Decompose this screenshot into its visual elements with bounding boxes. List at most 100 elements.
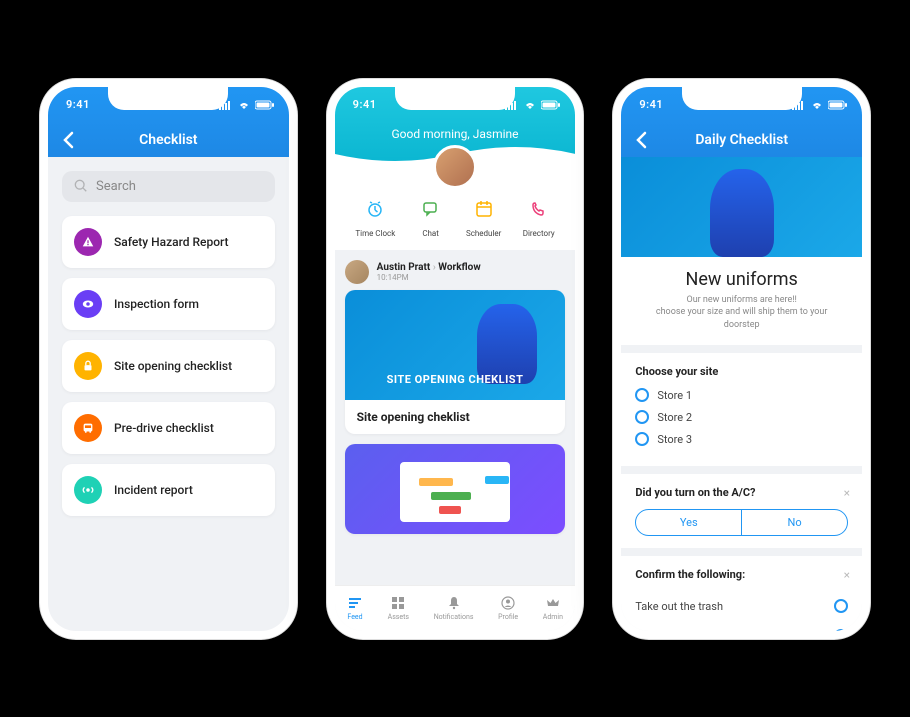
quick-action-time-clock[interactable]: Time Clock: [355, 195, 395, 238]
post-category: Workflow: [438, 262, 480, 273]
phone-feed: 9:41 Good morning, Jasmine Time Clock Ch…: [327, 79, 584, 639]
phone3-title: Daily Checklist: [695, 132, 788, 148]
confirm-item-trash[interactable]: Take out the trash: [635, 591, 848, 621]
radio-option-store-1[interactable]: Store 1: [635, 388, 848, 402]
status-icons: [219, 100, 275, 110]
post-author-line: Austin Pratt › Workflow: [377, 262, 481, 273]
phone1-header: Checklist: [48, 123, 289, 157]
profile-icon: [500, 595, 516, 611]
uniform-hero-image: [621, 157, 862, 257]
radio-label: Store 1: [657, 389, 692, 402]
tab-label: Feed: [347, 613, 362, 621]
quick-action-label: Chat: [422, 229, 439, 238]
eye-icon: [74, 290, 102, 318]
close-icon[interactable]: ×: [844, 486, 850, 500]
confirm-item-label: Clear the front desk: [635, 630, 731, 631]
user-avatar[interactable]: [433, 145, 477, 189]
post-card-site-opening[interactable]: SITE OPENING CHEKLIST Site opening chekl…: [345, 290, 566, 434]
clock-icon: [361, 195, 389, 223]
notch: [682, 86, 802, 110]
tab-admin[interactable]: Admin: [543, 595, 563, 621]
calendar-icon: [470, 195, 498, 223]
search-input[interactable]: Search: [62, 171, 275, 202]
status-time: 9:41: [353, 98, 377, 111]
back-button[interactable]: [631, 130, 651, 150]
tab-feed[interactable]: Feed: [347, 595, 363, 621]
phone1-body: Search Safety Hazard Report Inspection f…: [48, 157, 289, 631]
quick-action-chat[interactable]: Chat: [417, 195, 445, 238]
section-confirm: × Confirm the following: Take out the tr…: [621, 556, 862, 630]
checklist-item-label: Safety Hazard Report: [114, 235, 229, 249]
quick-action-directory[interactable]: Directory: [523, 195, 555, 238]
intro-description: Our new uniforms are here!!choose your s…: [641, 294, 842, 332]
phone-daily-checklist: 9:41 Daily Checklist New uniforms Our ne…: [613, 79, 870, 639]
phone-checklist: 9:41 Checklist Search Safety Hazard Repo…: [40, 79, 297, 639]
battery-icon: [255, 100, 275, 110]
grid-icon: [390, 595, 406, 611]
status-icons: [792, 100, 848, 110]
post-avatar[interactable]: [345, 260, 369, 284]
lock-icon: [74, 352, 102, 380]
confirm-item-desk[interactable]: Clear the front desk: [635, 621, 848, 630]
radio-option-store-3[interactable]: Store 3: [635, 432, 848, 446]
quick-action-label: Directory: [523, 229, 555, 238]
checkbox-icon: [834, 629, 848, 630]
no-button[interactable]: No: [742, 510, 847, 535]
radio-icon: [635, 388, 649, 402]
broadcast-icon: [74, 476, 102, 504]
tab-notifications[interactable]: Notifications: [434, 595, 474, 621]
section-label: Choose your site: [635, 365, 848, 378]
quick-action-scheduler[interactable]: Scheduler: [466, 195, 501, 238]
post-author: Austin Pratt: [377, 262, 431, 273]
tab-profile[interactable]: Profile: [498, 595, 518, 621]
checklist-item-inspection[interactable]: Inspection form: [62, 278, 275, 330]
checklist-item-safety-hazard[interactable]: Safety Hazard Report: [62, 216, 275, 268]
section-label: Confirm the following:: [635, 568, 848, 581]
status-time: 9:41: [639, 98, 663, 111]
yes-button[interactable]: Yes: [636, 510, 742, 535]
checklist-item-pre-drive[interactable]: Pre-drive checklist: [62, 402, 275, 454]
tab-bar: Feed Assets Notifications Profile Admin: [335, 585, 576, 631]
yes-no-toggle: Yes No: [635, 509, 848, 536]
checklist-item-label: Inspection form: [114, 297, 199, 311]
section-choose-site: Choose your site Store 1 Store 2 Store 3: [621, 353, 862, 466]
notch: [108, 86, 228, 110]
checklist-item-incident[interactable]: Incident report: [62, 464, 275, 516]
battery-icon: [828, 100, 848, 110]
status-time: 9:41: [66, 98, 90, 111]
section-label: Did you turn on the A/C?: [635, 486, 848, 499]
phone-icon: [525, 195, 553, 223]
phone3-body[interactable]: New uniforms Our new uniforms are here!!…: [621, 157, 862, 631]
intro-section: New uniforms Our new uniforms are here!!…: [621, 257, 862, 346]
radio-icon: [635, 410, 649, 424]
feed-list[interactable]: Austin Pratt › Workflow 10:14PM SITE OPE…: [335, 250, 576, 585]
tab-label: Assets: [388, 613, 409, 621]
close-icon[interactable]: ×: [844, 568, 850, 582]
feed-icon: [347, 595, 363, 611]
tab-label: Profile: [498, 613, 518, 621]
phone1-title: Checklist: [139, 132, 197, 148]
bell-icon: [446, 595, 462, 611]
post-header: Austin Pratt › Workflow 10:14PM: [345, 260, 566, 284]
tab-label: Notifications: [434, 613, 474, 621]
tab-label: Admin: [543, 613, 563, 621]
post-card-secondary[interactable]: [345, 444, 566, 534]
phone3-header: Daily Checklist: [621, 123, 862, 157]
post-title: Site opening cheklist: [345, 400, 566, 434]
back-button[interactable]: [58, 130, 78, 150]
wifi-icon: [810, 100, 824, 110]
checklist-item-label: Pre-drive checklist: [114, 421, 214, 435]
bus-icon: [74, 414, 102, 442]
quick-action-label: Time Clock: [355, 229, 395, 238]
quick-action-label: Scheduler: [466, 229, 501, 238]
post-hero-image-2: [345, 444, 566, 534]
section-ac: × Did you turn on the A/C? Yes No: [621, 474, 862, 548]
wifi-icon: [523, 100, 537, 110]
search-placeholder: Search: [96, 179, 136, 194]
post-hero-text: SITE OPENING CHEKLIST: [387, 373, 524, 386]
tab-assets[interactable]: Assets: [388, 595, 409, 621]
status-icons: [505, 100, 561, 110]
radio-option-store-2[interactable]: Store 2: [635, 410, 848, 424]
intro-title: New uniforms: [641, 269, 842, 290]
checklist-item-site-opening[interactable]: Site opening checklist: [62, 340, 275, 392]
